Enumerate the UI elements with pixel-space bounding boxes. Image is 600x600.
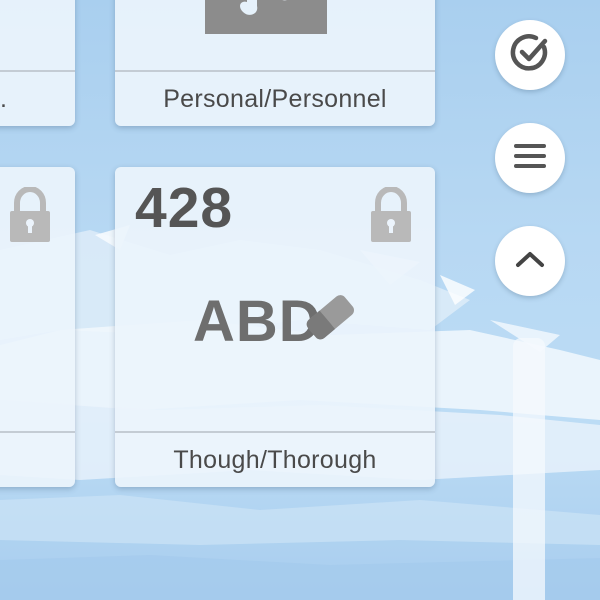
card-label: Personal/Personnel <box>115 70 435 126</box>
word-card-mid-left[interactable] <box>0 167 75 487</box>
check-circle-icon <box>508 31 552 80</box>
card-footer <box>0 431 75 487</box>
hamburger-menu-icon <box>513 143 547 174</box>
card-label: . <box>0 70 75 126</box>
scrollbar[interactable] <box>513 338 545 600</box>
word-card-though-thorough[interactable]: 428 ABD Though/Thorough <box>115 167 435 487</box>
card-label-text: . <box>0 84 8 113</box>
card-label-text: Personal/Personnel <box>163 84 387 113</box>
card-label-text: Though/Thorough <box>173 445 377 474</box>
scroll-up-button[interactable] <box>495 226 565 296</box>
menu-button[interactable] <box>495 123 565 193</box>
lock-icon <box>369 185 413 243</box>
chevron-up-icon <box>515 250 545 273</box>
check-button[interactable] <box>495 20 565 90</box>
card-number: 428 <box>135 176 234 240</box>
word-card-top-left[interactable]: . <box>0 0 75 126</box>
lock-icon <box>8 185 52 243</box>
eraser-icon <box>301 287 361 349</box>
card-label: Though/Thorough <box>115 431 435 487</box>
erase-letters-icon: ABD <box>193 287 363 357</box>
puzzle-icon <box>203 0 329 35</box>
word-card-personal-personnel[interactable]: Personal/Personnel <box>115 0 435 126</box>
